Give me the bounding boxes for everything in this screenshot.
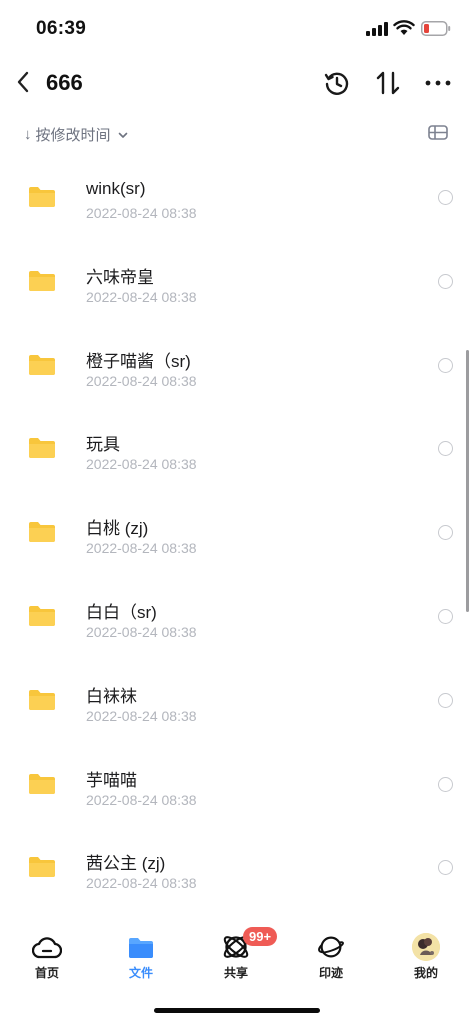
file-date: 2022-08-24 08:38 (86, 875, 197, 892)
file-row[interactable]: 芋喵喵 2022-08-24 08:38 (0, 739, 473, 823)
list-view-icon[interactable] (428, 124, 448, 142)
history-button[interactable] (322, 68, 352, 98)
select-radio[interactable] (438, 190, 453, 205)
file-name: 茜公主 (zj) (86, 854, 166, 874)
file-row[interactable]: 白袜袜 2022-08-24 08:38 (0, 655, 473, 739)
file-list: wink(sr) 2022-08-24 08:38 六味帝皇 2022-08-24 0… (0, 152, 473, 912)
sort-direction-icon: ↓ (24, 126, 32, 143)
header: 666 (0, 58, 473, 108)
sort-order-label: 按修改时间 (35, 127, 111, 144)
file-row[interactable]: 白桃 (zj) 2022-08-24 08:38 (0, 487, 473, 571)
wifi-icon (393, 20, 415, 35)
folder-icon (29, 354, 55, 375)
file-date: 2022-08-24 08:38 (86, 623, 197, 640)
folder-icon (29, 773, 55, 794)
file-name: 白袜袜 (86, 686, 137, 706)
file-date: 2022-08-24 08:38 (86, 791, 197, 808)
sort-icon (376, 71, 400, 95)
file-date: 2022-08-24 08:38 (86, 540, 197, 557)
folder-icon (29, 270, 55, 291)
folder-icon (129, 938, 153, 958)
tab-files[interactable]: 文件 (94, 920, 188, 990)
select-radio[interactable] (438, 692, 453, 708)
file-name: 橙子喵酱（sr) (86, 351, 191, 371)
file-row[interactable]: 橙子喵酱（sr) 2022-08-24 08:38 (0, 320, 473, 404)
back-button[interactable] (10, 68, 36, 96)
tab-share[interactable]: 99+ 共享 (189, 920, 283, 990)
select-radio[interactable] (438, 357, 453, 373)
cellular-signal-icon (366, 22, 388, 36)
tab-files-label: 文件 (128, 966, 153, 980)
select-radio[interactable] (438, 441, 453, 457)
sort-order-dropdown[interactable]: ↓ 按修改时间 (24, 124, 129, 145)
folder-icon (29, 187, 55, 207)
file-name: 白白（sr) (86, 602, 157, 622)
file-row[interactable]: wink(sr) 2022-08-24 08:38 (0, 152, 473, 236)
file-row[interactable]: 六味帝皇 2022-08-24 08:38 (0, 236, 473, 320)
file-row[interactable]: 玩具 2022-08-24 08:38 (0, 403, 473, 487)
file-date: 2022-08-24 08:38 (86, 288, 197, 305)
file-date: 2022-08-24 08:38 (86, 205, 197, 221)
tab-home[interactable]: 首页 (0, 920, 94, 990)
file-name: 白桃 (zj) (86, 519, 149, 539)
tab-traces[interactable]: 印迹 (284, 920, 378, 990)
battery-icon (421, 21, 451, 36)
more-button[interactable] (423, 68, 453, 98)
page-title: 666 (46, 70, 83, 95)
history-icon (324, 72, 349, 95)
chevron-down-icon (118, 132, 127, 138)
home-indicator (154, 1008, 320, 1013)
avatar-icon (412, 933, 440, 961)
file-date: 2022-08-24 08:38 (86, 456, 197, 473)
planet-icon (318, 936, 344, 958)
folder-icon (29, 438, 55, 459)
back-icon (17, 71, 29, 93)
tab-traces-label: 印迹 (318, 966, 343, 980)
file-row[interactable]: 茜公主 (zj) 2022-08-24 08:38 (0, 822, 473, 906)
file-name: wink(sr) (86, 179, 146, 198)
file-date: 2022-08-24 08:38 (86, 707, 197, 724)
tab-home-label: 首页 (34, 966, 59, 980)
sort-bar: ↓ 按修改时间 (0, 116, 473, 152)
select-radio[interactable] (438, 776, 453, 792)
more-icon (425, 80, 451, 86)
tab-mine[interactable]: 我的 (379, 920, 473, 990)
select-radio[interactable] (438, 273, 453, 289)
file-name: 芋喵喵 (86, 770, 137, 790)
file-date: 2022-08-24 08:38 (86, 372, 197, 389)
sort-button[interactable] (373, 68, 403, 98)
home-cloud-icon (32, 937, 62, 959)
status-bar: 06:39 (0, 0, 473, 58)
tab-share-label: 共享 (223, 966, 248, 980)
file-row[interactable]: 白白（sr) 2022-08-24 08:38 (0, 571, 473, 655)
folder-icon (29, 522, 55, 543)
folder-icon (29, 857, 55, 878)
select-radio[interactable] (438, 608, 453, 624)
file-name: 六味帝皇 (86, 267, 154, 287)
file-name: 玩具 (86, 435, 120, 455)
tab-mine-label: 我的 (413, 966, 438, 980)
select-radio[interactable] (438, 860, 453, 876)
select-radio[interactable] (438, 525, 453, 541)
share-count-badge: 99+ (243, 927, 278, 946)
scrollbar[interactable] (466, 350, 469, 612)
status-time: 06:39 (36, 18, 87, 39)
folder-icon (29, 689, 55, 710)
folder-icon (29, 605, 55, 626)
